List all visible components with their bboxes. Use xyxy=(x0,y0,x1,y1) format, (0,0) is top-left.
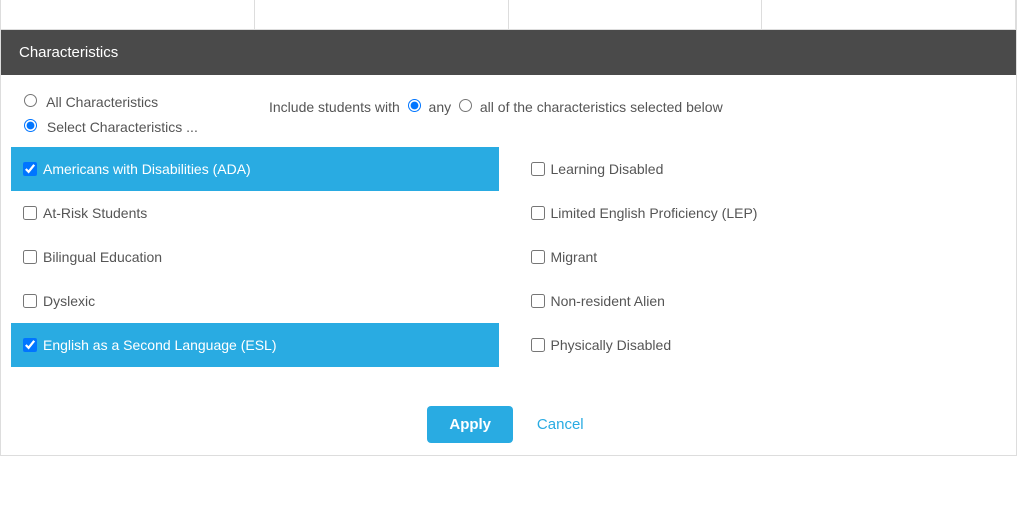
include-prefix: Include students with xyxy=(269,99,400,115)
list-item-checkbox[interactable] xyxy=(531,162,545,176)
left-characteristics-list[interactable]: Americans with Disabilities (ADA) At-Risk… xyxy=(11,147,499,392)
list-item[interactable]: Dyslexic xyxy=(11,279,499,323)
list-item[interactable]: Migrant xyxy=(519,235,1007,279)
list-item[interactable]: Non-resident Alien xyxy=(519,279,1007,323)
list-item[interactable]: Bilingual Education xyxy=(11,235,499,279)
mode-select-label: Select Characteristics ... xyxy=(47,119,198,135)
list-item[interactable]: Physically Disabled xyxy=(519,323,1007,367)
lists-row: Americans with Disabilities (ADA) At-Risk… xyxy=(1,147,1016,392)
list-item-checkbox[interactable] xyxy=(23,162,37,176)
list-item-label: Learning Disabled xyxy=(551,161,664,177)
list-item-label: Dyslexic xyxy=(43,293,95,309)
mode-select-option[interactable]: Select Characteristics ... xyxy=(19,116,269,135)
mode-select-radio[interactable] xyxy=(24,119,37,132)
mode-all-option[interactable]: All Characteristics xyxy=(19,91,269,110)
list-item-checkbox[interactable] xyxy=(23,294,37,308)
list-item[interactable]: Learning Disabled xyxy=(519,147,1007,191)
right-characteristics-list[interactable]: Learning Disabled Limited English Profici… xyxy=(519,147,1007,392)
mode-all-label: All Characteristics xyxy=(46,94,158,110)
list-item[interactable]: Limited English Proficiency (LEP) xyxy=(519,191,1007,235)
list-item-checkbox[interactable] xyxy=(531,338,545,352)
section-header: Characteristics xyxy=(1,30,1016,75)
controls-row: All Characteristics Select Characteristi… xyxy=(1,75,1016,147)
list-item[interactable]: English as a Second Language (ESL) xyxy=(11,323,499,367)
actions-row: Apply Cancel xyxy=(1,392,1016,447)
list-item[interactable]: Americans with Disabilities (ADA) xyxy=(11,147,499,191)
list-item-label: Bilingual Education xyxy=(43,249,162,265)
list-item[interactable]: At-Risk Students xyxy=(11,191,499,235)
list-item-label: Migrant xyxy=(551,249,598,265)
list-item-label: Americans with Disabilities (ADA) xyxy=(43,161,251,177)
prev-section-stub xyxy=(1,0,1016,30)
include-column: Include students with any all of the cha… xyxy=(269,85,998,115)
include-any-radio[interactable] xyxy=(408,99,421,112)
list-item-checkbox[interactable] xyxy=(23,250,37,264)
characteristics-panel: Characteristics All Characteristics Sele… xyxy=(0,0,1017,456)
list-item-label: At-Risk Students xyxy=(43,205,147,221)
list-item-checkbox[interactable] xyxy=(23,206,37,220)
list-item-label: Limited English Proficiency (LEP) xyxy=(551,205,758,221)
mode-column: All Characteristics Select Characteristi… xyxy=(19,85,269,141)
list-item-label: Non-resident Alien xyxy=(551,293,665,309)
include-all-radio[interactable] xyxy=(459,99,472,112)
include-all-label: all of the characteristics selected belo… xyxy=(480,99,723,115)
list-item-checkbox[interactable] xyxy=(531,294,545,308)
section-title: Characteristics xyxy=(19,44,118,61)
list-item-label: Physically Disabled xyxy=(551,337,672,353)
include-any-label: any xyxy=(429,99,452,115)
list-item-checkbox[interactable] xyxy=(531,250,545,264)
cancel-button[interactable]: Cancel xyxy=(531,415,590,434)
mode-all-radio[interactable] xyxy=(24,94,37,107)
list-item-label: English as a Second Language (ESL) xyxy=(43,337,277,353)
list-item-checkbox[interactable] xyxy=(23,338,37,352)
apply-button[interactable]: Apply xyxy=(427,406,513,443)
list-item-checkbox[interactable] xyxy=(531,206,545,220)
